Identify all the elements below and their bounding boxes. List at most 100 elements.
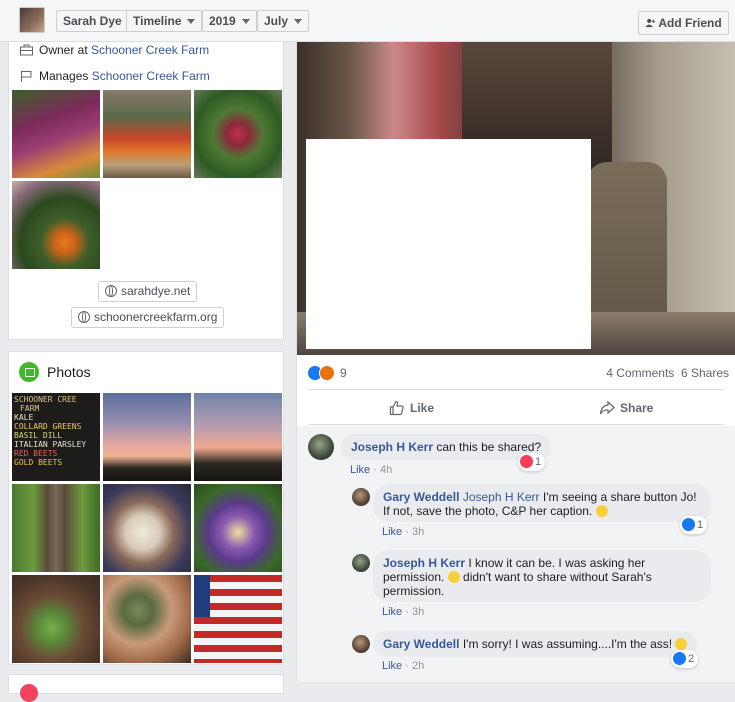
manages-link[interactable]: Schooner Creek Farm bbox=[92, 69, 210, 83]
reply-time[interactable]: 3h bbox=[412, 606, 424, 618]
share-button[interactable]: Share bbox=[599, 391, 653, 425]
intro-photo-vegetables[interactable] bbox=[12, 181, 100, 269]
thumbs-up-icon bbox=[389, 400, 404, 416]
reply-bubble: Gary Weddell Joseph H Kerr I'm seeing a … bbox=[373, 484, 711, 522]
comments-section: Joseph H Kerr can this be shared? 1 Like… bbox=[297, 426, 735, 682]
month-dropdown[interactable]: July bbox=[257, 10, 310, 32]
reply-avatar[interactable] bbox=[352, 488, 370, 506]
reply-like-link[interactable]: Like bbox=[382, 660, 402, 672]
profile-avatar[interactable] bbox=[19, 7, 45, 33]
reply-text: I'm seeing a share button Jo! bbox=[542, 490, 697, 504]
comment-author-link[interactable]: Joseph H Kerr bbox=[351, 440, 433, 454]
timeline-header: Sarah Dye Timeline 2019 July Add Friend bbox=[0, 0, 735, 42]
share-label: Share bbox=[620, 401, 654, 415]
reactions-summary[interactable]: 9 bbox=[307, 364, 367, 382]
photo-seedling[interactable] bbox=[12, 575, 100, 663]
flag-icon bbox=[21, 71, 32, 82]
photo-sunset-1[interactable] bbox=[103, 393, 191, 481]
profile-name-button[interactable]: Sarah Dye bbox=[56, 10, 129, 32]
comment-reaction-count: 1 bbox=[535, 456, 542, 468]
website-link-sarahdye[interactable]: sarahdye.net bbox=[98, 281, 198, 302]
next-section-card bbox=[8, 674, 284, 702]
intro-photo-basket[interactable] bbox=[194, 90, 282, 178]
flag-canton bbox=[194, 575, 210, 617]
reply-author-link[interactable]: Gary Weddell bbox=[383, 490, 459, 504]
website-label: schoonercreekfarm.org bbox=[94, 310, 218, 324]
grinning-emoji-icon bbox=[595, 505, 608, 517]
sign-line: BASIL DILL bbox=[14, 431, 63, 440]
year-dropdown[interactable]: 2019 bbox=[202, 10, 257, 32]
reply-avatar[interactable] bbox=[352, 554, 370, 572]
redacted-area bbox=[306, 139, 591, 349]
reply-author-link[interactable]: Joseph H Kerr bbox=[383, 556, 465, 570]
intro-photo-market-stand[interactable] bbox=[103, 90, 191, 178]
manages-prefix: Manages bbox=[39, 69, 89, 83]
photos-title: Photos bbox=[47, 364, 91, 380]
chevron-down-icon bbox=[294, 19, 303, 25]
intro-manages-row: Manages Schooner Creek Farm bbox=[20, 68, 210, 84]
comment-text: can this be shared? bbox=[436, 440, 542, 454]
profile-name: Sarah Dye bbox=[63, 14, 122, 28]
share-arrow-icon bbox=[599, 400, 615, 415]
reply-like-link[interactable]: Like bbox=[382, 606, 402, 618]
post-actions: Like Share bbox=[309, 391, 724, 425]
photo-sunset-2[interactable] bbox=[194, 393, 282, 481]
website-link-schoonercreekfarm[interactable]: schoonercreekfarm.org bbox=[71, 307, 225, 328]
reply-text: I know it can be. I was asking her bbox=[468, 556, 646, 570]
reply-time[interactable]: 3h bbox=[412, 526, 424, 538]
reply-text: permission. bbox=[383, 584, 445, 598]
photos-card: Photos SCHOONER CREE FARM KALE COLLARD G… bbox=[8, 351, 284, 665]
section-icon bbox=[20, 684, 38, 702]
reply-meta: Like · 3h bbox=[382, 606, 425, 618]
smiling-emoji-icon bbox=[447, 571, 460, 583]
reply-text: If not, save the photo, C&P her caption. bbox=[383, 504, 593, 518]
reply-like-link[interactable]: Like bbox=[382, 526, 402, 538]
photo-american-flag[interactable] bbox=[194, 575, 282, 663]
chevron-down-icon bbox=[187, 19, 196, 25]
photos-icon bbox=[19, 362, 39, 382]
sign-line: COLLARD GREENS bbox=[14, 422, 82, 431]
reply-reaction-badge[interactable]: 2 bbox=[671, 650, 699, 668]
shares-count-link[interactable]: 6 Shares bbox=[681, 366, 729, 380]
like-label: Like bbox=[410, 401, 435, 415]
comment-time[interactable]: 4h bbox=[380, 464, 392, 476]
engagement-counts: 4 Comments 6 Shares bbox=[606, 366, 729, 380]
commenter-avatar[interactable] bbox=[308, 434, 334, 460]
reply-text: didn't want to share without Sarah's bbox=[463, 570, 652, 584]
photo-baby-lamb[interactable] bbox=[103, 484, 191, 572]
like-button[interactable]: Like bbox=[389, 391, 434, 425]
photo-eggs-in-hand[interactable] bbox=[103, 575, 191, 663]
comment-like-link[interactable]: Like bbox=[350, 464, 370, 476]
photos-header[interactable]: Photos bbox=[19, 362, 91, 382]
add-friend-button[interactable]: Add Friend bbox=[638, 11, 729, 35]
intro-photo-radishes[interactable] bbox=[12, 90, 100, 178]
post-photo[interactable] bbox=[297, 42, 735, 355]
comment-reaction-badge[interactable]: 1 bbox=[518, 453, 546, 471]
photo-tree-trunk[interactable] bbox=[12, 484, 100, 572]
sign-line: KALE bbox=[14, 413, 34, 422]
briefcase-icon bbox=[20, 44, 33, 56]
reply-text: I'm sorry! I was assuming....I'm the ass… bbox=[462, 637, 673, 651]
like-reaction-icon bbox=[673, 652, 686, 665]
reply-reaction-count: 2 bbox=[688, 653, 695, 665]
mention-link[interactable]: Joseph H Kerr bbox=[463, 490, 540, 504]
reply-bubble: Gary Weddell I'm sorry! I was assuming..… bbox=[373, 631, 698, 657]
website-label: sarahdye.net bbox=[121, 284, 191, 298]
chevron-down-icon bbox=[241, 19, 250, 25]
add-friend-label: Add Friend bbox=[658, 16, 722, 30]
grimacing-emoji-icon bbox=[675, 638, 688, 650]
year-label: 2019 bbox=[209, 14, 236, 28]
photo-flower-bouquet[interactable] bbox=[194, 484, 282, 572]
reply-text: permission. bbox=[383, 570, 445, 584]
owner-link[interactable]: Schooner Creek Farm bbox=[91, 43, 209, 57]
angry-reaction-icon bbox=[319, 365, 335, 381]
globe-icon bbox=[78, 311, 90, 323]
timeline-dropdown[interactable]: Timeline bbox=[126, 10, 203, 32]
photo-chalkboard-sign[interactable]: SCHOONER CREE FARM KALE COLLARD GREENS B… bbox=[12, 393, 100, 481]
reply-time[interactable]: 2h bbox=[412, 660, 424, 672]
reply-avatar[interactable] bbox=[352, 635, 370, 653]
reply-author-link[interactable]: Gary Weddell bbox=[383, 637, 459, 651]
comments-count-link[interactable]: 4 Comments bbox=[606, 366, 674, 380]
reply-reaction-badge[interactable]: 1 bbox=[680, 516, 708, 534]
post-card: 9 4 Comments 6 Shares Like Share Joseph … bbox=[296, 42, 735, 682]
